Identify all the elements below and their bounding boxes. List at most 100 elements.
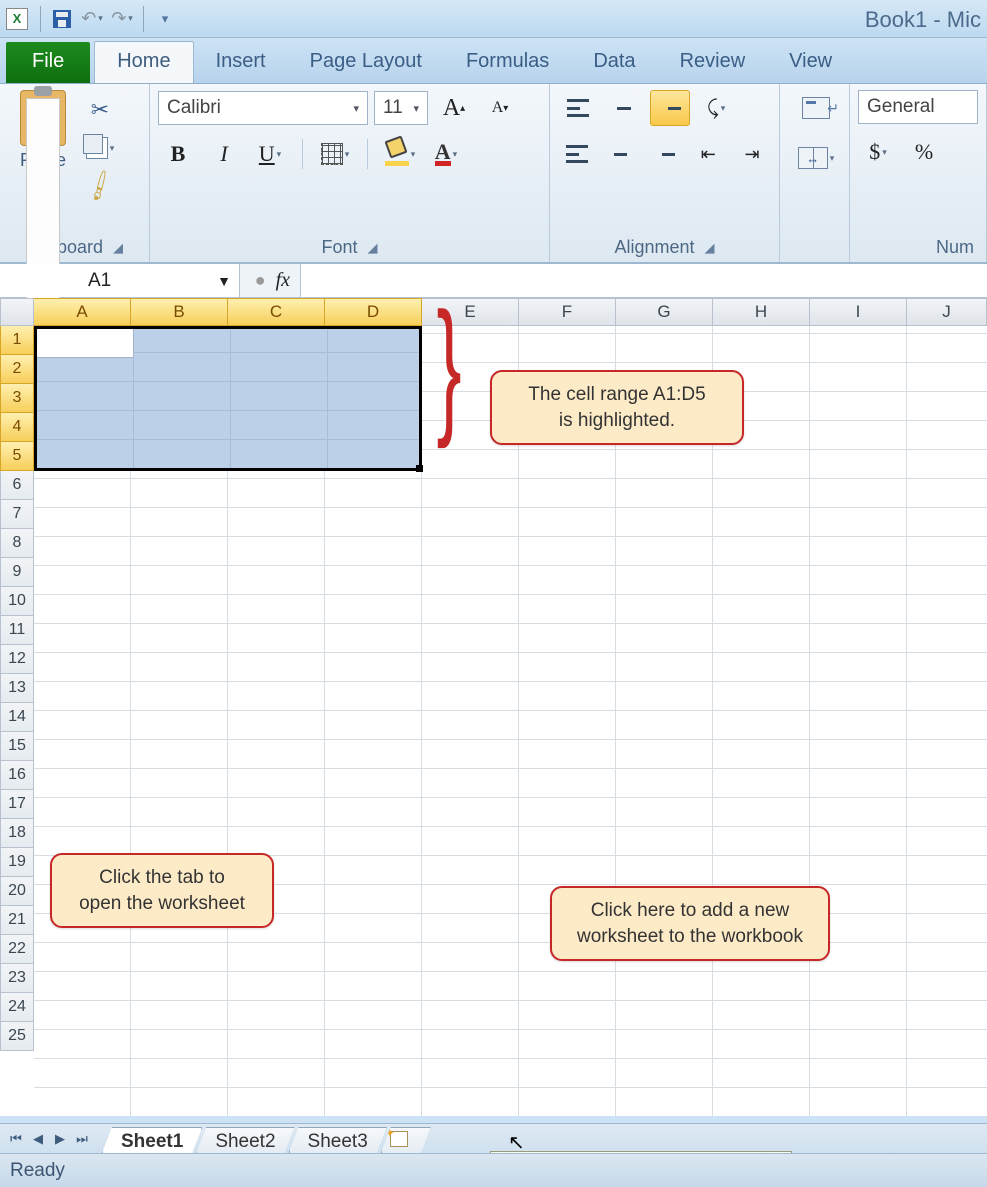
col-header[interactable]: B — [131, 298, 228, 326]
dialog-launcher-icon[interactable]: ◢ — [113, 240, 123, 256]
align-center-button[interactable] — [602, 136, 640, 172]
fill-handle[interactable] — [416, 465, 423, 472]
select-all-corner[interactable] — [0, 298, 34, 326]
row-header[interactable]: 15 — [0, 732, 34, 761]
col-header[interactable]: C — [228, 298, 325, 326]
col-header[interactable]: F — [519, 298, 616, 326]
tab-home[interactable]: Home — [94, 41, 193, 83]
tab-data[interactable]: Data — [571, 42, 657, 83]
tab-insert[interactable]: Insert — [194, 42, 288, 83]
tab-view[interactable]: View — [767, 42, 854, 83]
customize-qat-button[interactable]: ▾ — [151, 5, 179, 33]
paste-icon — [20, 90, 66, 146]
dialog-launcher-icon[interactable]: ◢ — [705, 240, 715, 256]
row-header[interactable]: 4 — [0, 413, 34, 442]
percent-button[interactable]: % — [904, 134, 944, 170]
name-box[interactable]: A1 ▼ — [0, 264, 240, 297]
first-sheet-button[interactable]: ⏮ — [6, 1129, 26, 1149]
increase-indent-button[interactable]: ⇥ — [733, 136, 771, 172]
row-header[interactable]: 16 — [0, 761, 34, 790]
col-header[interactable]: G — [616, 298, 713, 326]
fill-color-button[interactable]: ▾ — [380, 136, 420, 172]
percent-icon: % — [915, 139, 933, 165]
font-size-combo[interactable]: 11▾ — [374, 91, 428, 125]
row-header[interactable]: 17 — [0, 790, 34, 819]
undo-button[interactable]: ↶▾ — [78, 5, 106, 33]
fx-button[interactable]: fx — [276, 269, 290, 292]
borders-button[interactable]: ▾ — [315, 136, 355, 172]
col-header[interactable]: H — [713, 298, 810, 326]
underline-button[interactable]: U▾ — [250, 136, 290, 172]
col-header[interactable]: D — [325, 298, 422, 326]
row-header[interactable]: 12 — [0, 645, 34, 674]
last-sheet-button[interactable]: ⏭ — [72, 1129, 92, 1149]
font-color-button[interactable]: A▾ — [426, 136, 466, 172]
format-painter-button[interactable]: 🖌 — [82, 170, 118, 202]
tab-review[interactable]: Review — [658, 42, 768, 83]
italic-button[interactable]: I — [204, 136, 244, 172]
save-button[interactable] — [48, 5, 76, 33]
new-sheet-tab[interactable] — [381, 1127, 431, 1153]
row-header[interactable]: 2 — [0, 355, 34, 384]
sheet-tab[interactable]: Sheet2 — [196, 1127, 294, 1153]
tab-formulas[interactable]: Formulas — [444, 42, 571, 83]
font-name-combo[interactable]: Calibri▾ — [158, 91, 368, 125]
sheet-tab[interactable]: Sheet3 — [289, 1127, 387, 1153]
row-header[interactable]: 23 — [0, 964, 34, 993]
outdent-icon: ⇤ — [701, 144, 716, 165]
row-header[interactable]: 8 — [0, 529, 34, 558]
group-clipboard: Paste ▾ ✂ ▾ 🖌 Clipboard◢ — [0, 84, 150, 262]
align-middle-button[interactable] — [604, 90, 644, 126]
align-top-button[interactable] — [558, 90, 598, 126]
worksheet-grid[interactable]: A B C D E F G H I J 1 2 3 4 5 6 7 8 9 10… — [0, 298, 987, 1116]
row-header[interactable]: 19 — [0, 848, 34, 877]
merge-center-button[interactable]: ▾ — [788, 140, 844, 176]
selection-range — [34, 326, 422, 471]
row-header[interactable]: 9 — [0, 558, 34, 587]
brace-icon: } — [437, 290, 462, 440]
redo-button[interactable]: ↷▾ — [108, 5, 136, 33]
app-icon: X — [6, 8, 28, 30]
number-format-combo[interactable]: General — [858, 90, 978, 124]
row-header[interactable]: 3 — [0, 384, 34, 413]
row-header[interactable]: 22 — [0, 935, 34, 964]
scissors-icon: ✂ — [91, 97, 109, 123]
dialog-launcher-icon[interactable]: ◢ — [368, 240, 378, 256]
row-header[interactable]: 5 — [0, 442, 34, 471]
copy-button[interactable]: ▾ — [82, 132, 118, 164]
row-header[interactable]: 6 — [0, 471, 34, 500]
col-header[interactable]: J — [907, 298, 987, 326]
paste-button[interactable]: Paste ▾ — [8, 90, 78, 202]
decrease-indent-button[interactable]: ⇤ — [689, 136, 727, 172]
row-header[interactable]: 18 — [0, 819, 34, 848]
tab-page-layout[interactable]: Page Layout — [288, 42, 444, 83]
orientation-button[interactable]: ⤹▾ — [696, 90, 736, 126]
sheet-tab[interactable]: Sheet1 — [102, 1127, 202, 1153]
formula-input[interactable] — [300, 264, 987, 297]
cut-button[interactable]: ✂ — [82, 94, 118, 126]
row-header[interactable]: 13 — [0, 674, 34, 703]
col-header[interactable]: I — [810, 298, 907, 326]
currency-button[interactable]: $▾ — [858, 134, 898, 170]
row-header[interactable]: 10 — [0, 587, 34, 616]
next-sheet-button[interactable]: ▶ — [50, 1129, 70, 1149]
prev-sheet-button[interactable]: ◀ — [28, 1129, 48, 1149]
group-label: Num — [936, 237, 974, 258]
shrink-font-button[interactable]: A▾ — [480, 90, 520, 126]
wrap-text-button[interactable] — [788, 90, 844, 126]
row-header[interactable]: 20 — [0, 877, 34, 906]
row-header[interactable]: 24 — [0, 993, 34, 1022]
align-bottom-button[interactable] — [650, 90, 690, 126]
row-header[interactable]: 11 — [0, 616, 34, 645]
align-left-button[interactable] — [558, 136, 596, 172]
row-header[interactable]: 7 — [0, 500, 34, 529]
row-header[interactable]: 14 — [0, 703, 34, 732]
bold-button[interactable]: B — [158, 136, 198, 172]
align-right-button[interactable] — [646, 136, 684, 172]
row-header[interactable]: 25 — [0, 1022, 34, 1051]
row-header[interactable]: 1 — [0, 326, 34, 355]
grow-font-button[interactable]: A▴ — [434, 90, 474, 126]
col-header[interactable]: A — [34, 298, 131, 326]
row-header[interactable]: 21 — [0, 906, 34, 935]
file-tab[interactable]: File — [6, 42, 90, 83]
